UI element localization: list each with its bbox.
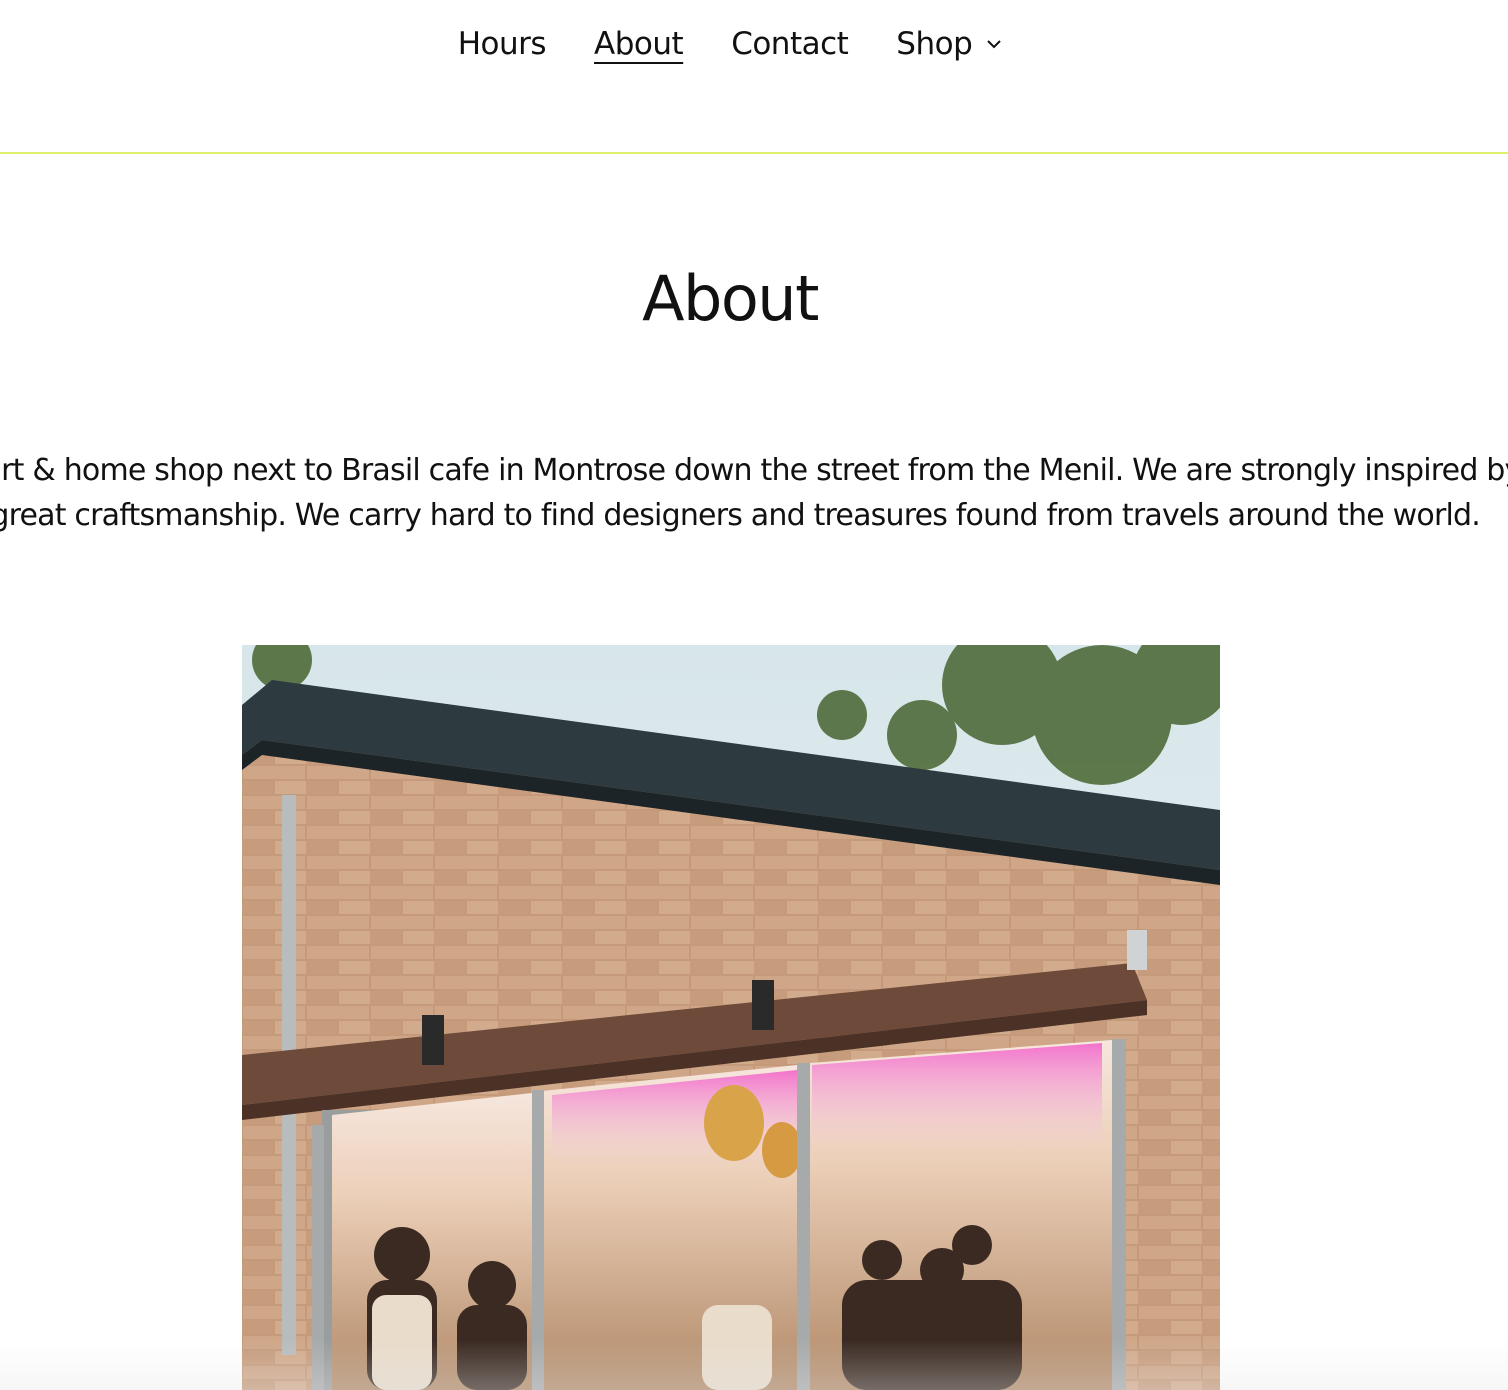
chevron-down-icon: [986, 39, 1002, 49]
about-paragraph-line-2: lusivity, and great craftsmanship. We ca…: [0, 498, 1481, 533]
nav-shop-label: Shop: [896, 26, 973, 62]
site-header: Hours About Contact Shop: [0, 0, 1508, 154]
page-title: About: [642, 262, 819, 335]
about-intro: n apparel, art & home shop next to Brasi…: [0, 448, 1508, 544]
about-paragraph: n apparel, art & home shop next to Brasi…: [0, 448, 1508, 538]
storefront-photo: [242, 645, 1220, 1390]
main-nav: Hours About Contact Shop: [0, 22, 1460, 66]
nav-link-about[interactable]: About: [594, 22, 684, 66]
nav-link-contact[interactable]: Contact: [731, 22, 849, 66]
nav-link-hours[interactable]: Hours: [458, 22, 547, 66]
about-paragraph-line-1: n apparel, art & home shop next to Brasi…: [0, 453, 1508, 488]
nav-dropdown-shop[interactable]: Shop: [896, 22, 1002, 66]
